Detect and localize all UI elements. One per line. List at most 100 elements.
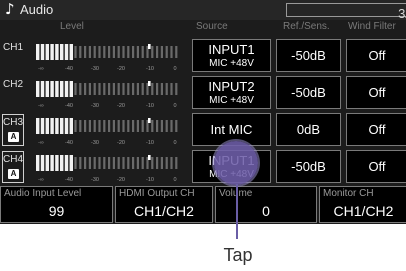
wind-filter-button-ch3[interactable]: Off <box>346 113 406 146</box>
meter-segment <box>98 83 101 95</box>
meter-segment <box>40 44 45 60</box>
page-number: 3/ <box>398 6 406 21</box>
meter-segment <box>175 157 178 169</box>
tap-callout-line <box>236 184 238 239</box>
meter-scale-label: -20 <box>117 103 125 109</box>
meter-scale-label: -40 <box>65 140 73 146</box>
meter-segment <box>60 44 64 60</box>
wind-filter-button-ch4[interactable]: Off <box>346 150 406 183</box>
channel-label-ch2: CH2 <box>3 79 24 90</box>
meter-segment <box>55 81 59 97</box>
meter-segment <box>36 155 40 171</box>
tap-indicator <box>214 141 258 185</box>
meter-segment <box>112 157 115 169</box>
meter-segment <box>160 157 163 169</box>
meter-segment <box>103 83 106 95</box>
meter-segment <box>84 157 87 169</box>
meter-segment <box>45 118 49 134</box>
meter-segment <box>98 46 101 58</box>
meter-segment <box>64 155 69 171</box>
wind-filter-button-ch2[interactable]: Off <box>346 76 406 109</box>
meter-segment <box>103 157 106 169</box>
meter-segment <box>165 83 168 95</box>
meter-segment <box>74 120 77 132</box>
meter-segment <box>50 44 54 60</box>
auto-level-icon: A <box>8 169 19 179</box>
meter-segment <box>36 44 40 60</box>
meter-scale-label: -20 <box>117 66 125 72</box>
volume-button[interactable]: Volume 0 <box>215 186 317 223</box>
channel-row-ch2: CH2 -∞ -40 -30 -20 -10 0 INPUT2 MIC +48V -50d… <box>0 76 406 111</box>
meter-peak-marker <box>148 81 151 86</box>
channel-row-ch4: CH4 A -∞-40-30-20-100 INPUT1 MIC +48V -5… <box>0 150 406 185</box>
ref-sens-button-ch2[interactable]: -50dB <box>276 76 341 109</box>
column-header-wind-filter: Wind Filter <box>348 21 396 32</box>
meter-segment <box>74 157 77 169</box>
wind-filter-button-ch1[interactable]: Off <box>346 39 406 72</box>
meter-segment <box>136 46 139 58</box>
page-indicator: 3/ <box>286 3 406 21</box>
meter-segment <box>141 83 144 95</box>
meter-segment <box>45 81 49 97</box>
meter-segment <box>36 81 40 97</box>
meter-segment <box>175 46 178 58</box>
meter-segment <box>69 81 73 97</box>
meter-scale-label: 0 <box>173 177 176 183</box>
meter-segment <box>132 120 135 132</box>
meter-segment <box>103 120 106 132</box>
meter-segment <box>170 83 173 95</box>
meter-segment <box>117 120 120 132</box>
tap-callout-label: Tap <box>223 245 253 265</box>
meter-segment <box>74 83 77 95</box>
meter-segment <box>84 83 87 95</box>
meter-segment <box>93 83 96 95</box>
column-header-source: Source <box>196 21 228 32</box>
meter-segment <box>79 120 82 132</box>
ref-sens-button-ch4[interactable]: -50dB <box>276 150 341 183</box>
meter-segment <box>127 120 130 132</box>
meter-segment <box>127 157 130 169</box>
ref-sens-button-ch1[interactable]: -50dB <box>276 39 341 72</box>
meter-segment <box>55 44 59 60</box>
meter-scale-label: -20 <box>117 177 125 183</box>
hdmi-output-ch-button[interactable]: HDMI Output CH CH1/CH2 <box>115 186 213 223</box>
meter-segment <box>160 120 163 132</box>
meter-scale-label: -30 <box>91 66 99 72</box>
source-button-ch1[interactable]: INPUT1 MIC +48V <box>192 39 271 72</box>
source-button-ch2[interactable]: INPUT2 MIC +48V <box>192 76 271 109</box>
meter-segment <box>156 46 159 58</box>
meter-scale-label: -∞ <box>38 140 44 146</box>
meter-segment <box>108 83 111 95</box>
meter-segment <box>151 46 154 58</box>
meter-segment <box>60 81 64 97</box>
audio-input-level-button[interactable]: Audio Input Level 99 <box>0 186 113 223</box>
meter-segment <box>156 157 159 169</box>
meter-scale-label: 0 <box>173 140 176 146</box>
meter-segment <box>165 120 168 132</box>
meter-segment <box>170 157 173 169</box>
meter-segment <box>136 83 139 95</box>
meter-scale-label: 0 <box>173 103 176 109</box>
meter-segment <box>136 157 139 169</box>
meter-segment <box>160 46 163 58</box>
meter-segment <box>69 118 73 134</box>
meter-scale-label: -30 <box>91 177 99 183</box>
meter-segment <box>103 46 106 58</box>
meter-segment <box>88 120 91 132</box>
meter-segment <box>60 155 64 171</box>
meter-segment <box>79 83 82 95</box>
meter-segment <box>175 120 178 132</box>
meter-scale-label: 0 <box>173 66 176 72</box>
meter-segment <box>93 46 96 58</box>
meter-peak-marker <box>148 118 151 123</box>
meter-segment <box>88 157 91 169</box>
meter-segment <box>151 157 154 169</box>
ref-sens-button-ch3[interactable]: 0dB <box>276 113 341 146</box>
meter-segment <box>45 44 49 60</box>
meter-segment <box>141 157 144 169</box>
column-header-level: Level <box>60 21 84 32</box>
monitor-ch-button[interactable]: Monitor CH CH1/CH2 <box>319 186 406 223</box>
meter-segment <box>175 83 178 95</box>
meter-segment <box>117 157 120 169</box>
meter-scale-label: -40 <box>65 177 73 183</box>
